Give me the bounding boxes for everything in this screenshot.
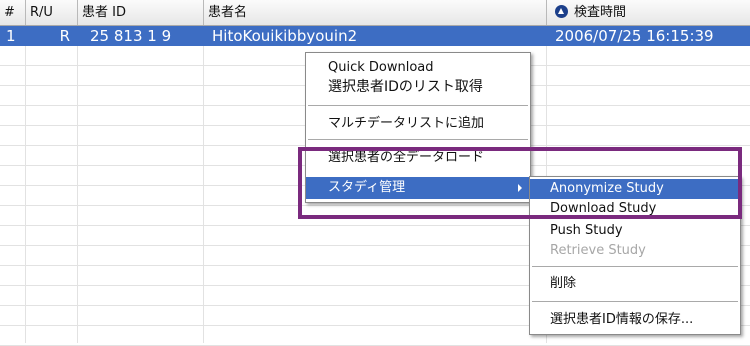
menu-item-study-management-label: スタディ管理 bbox=[328, 180, 406, 195]
table-row-selected[interactable]: 1 R 25 813 1 9 HitoKouikibbyouin2 2006/0… bbox=[0, 26, 750, 46]
cell-ru: R bbox=[59, 27, 70, 45]
cell-exam-time: 2006/07/25 16:15:39 bbox=[555, 27, 714, 45]
study-management-submenu: Anonymize Study Download Study Push Stud… bbox=[529, 176, 741, 335]
column-header-patient-name[interactable]: 患者名 bbox=[204, 0, 547, 25]
menu-item-retrieve-study: Retrieve Study bbox=[550, 243, 646, 258]
submenu-arrow-icon bbox=[518, 184, 522, 192]
column-header-ru[interactable]: R/U bbox=[26, 0, 78, 25]
column-header-bar: # R/U 患者 ID 患者名 検査時間 bbox=[0, 0, 750, 26]
cell-index: 1 bbox=[6, 27, 16, 45]
menu-separator bbox=[308, 139, 528, 141]
menu-item-load-all-patient-data[interactable]: 選択患者の全データロード bbox=[306, 147, 530, 169]
menu-item-study-management[interactable]: スタディ管理 bbox=[306, 177, 530, 199]
sort-ascending-icon bbox=[555, 5, 568, 18]
menu-item-delete[interactable]: 削除 bbox=[530, 273, 740, 295]
column-header-exam-time-label: 検査時間 bbox=[574, 5, 627, 20]
menu-separator bbox=[308, 105, 528, 107]
menu-item-get-patient-id-list[interactable]: 選択患者IDのリスト取得 bbox=[306, 77, 530, 97]
menu-item-push-study[interactable]: Push Study bbox=[530, 221, 740, 241]
column-header-exam-time[interactable]: 検査時間 bbox=[547, 0, 750, 25]
menu-item-download-study[interactable]: Download Study bbox=[530, 199, 740, 219]
menu-separator bbox=[532, 301, 738, 303]
menu-item-add-multi-data-list[interactable]: マルチデータリストに追加 bbox=[306, 113, 530, 135]
column-header-index[interactable]: # bbox=[0, 0, 26, 25]
menu-item-anonymize-study[interactable]: Anonymize Study bbox=[530, 179, 740, 199]
column-header-patient-id[interactable]: 患者 ID bbox=[78, 0, 204, 25]
menu-item-save-patient-id-info[interactable]: 選択患者ID情報の保存... bbox=[530, 309, 740, 331]
context-menu: Quick Download 選択患者IDのリスト取得 マルチデータリストに追加… bbox=[305, 52, 531, 203]
cell-patient-name: HitoKouikibbyouin2 bbox=[212, 27, 358, 45]
menu-item-quick-download[interactable]: Quick Download bbox=[306, 59, 530, 77]
cell-patient-id: 25 813 1 9 bbox=[90, 27, 172, 45]
menu-separator bbox=[532, 266, 738, 268]
